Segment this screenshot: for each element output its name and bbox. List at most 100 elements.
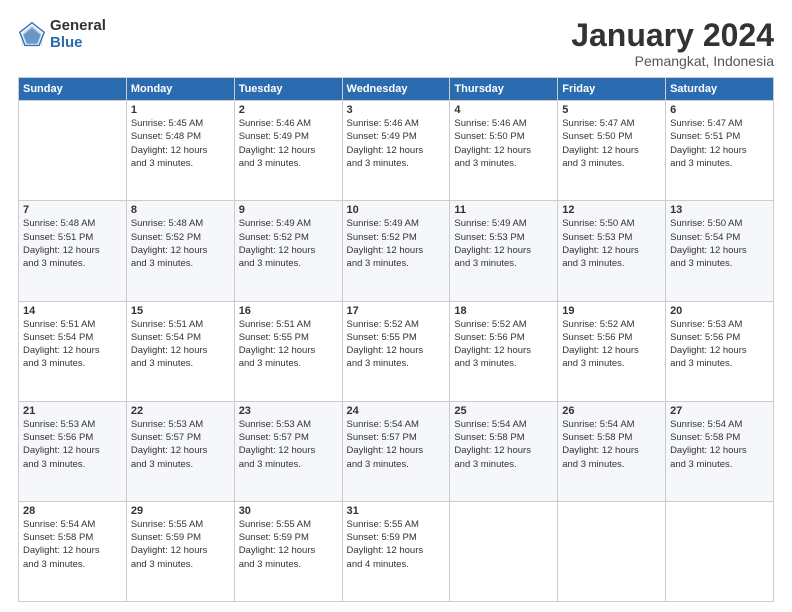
day-number: 12: [562, 204, 661, 216]
week-row-4: 21Sunrise: 5:53 AMSunset: 5:56 PMDayligh…: [19, 401, 774, 501]
calendar-cell: 20Sunrise: 5:53 AMSunset: 5:56 PMDayligh…: [666, 301, 774, 401]
week-row-1: 1Sunrise: 5:45 AMSunset: 5:48 PMDaylight…: [19, 101, 774, 201]
page: General Blue January 2024 Pemangkat, Ind…: [0, 0, 792, 612]
calendar-cell: 31Sunrise: 5:55 AMSunset: 5:59 PMDayligh…: [342, 501, 450, 601]
calendar-cell: 22Sunrise: 5:53 AMSunset: 5:57 PMDayligh…: [126, 401, 234, 501]
col-wednesday: Wednesday: [342, 78, 450, 101]
day-info: Sunrise: 5:51 AMSunset: 5:55 PMDaylight:…: [239, 318, 338, 371]
calendar-cell: 24Sunrise: 5:54 AMSunset: 5:57 PMDayligh…: [342, 401, 450, 501]
day-number: 9: [239, 204, 338, 216]
day-info: Sunrise: 5:46 AMSunset: 5:49 PMDaylight:…: [239, 117, 338, 170]
col-thursday: Thursday: [450, 78, 558, 101]
day-info: Sunrise: 5:54 AMSunset: 5:58 PMDaylight:…: [23, 518, 122, 571]
logo-icon: [18, 21, 46, 49]
calendar-cell: 17Sunrise: 5:52 AMSunset: 5:55 PMDayligh…: [342, 301, 450, 401]
calendar-cell: 19Sunrise: 5:52 AMSunset: 5:56 PMDayligh…: [558, 301, 666, 401]
calendar-cell: 10Sunrise: 5:49 AMSunset: 5:52 PMDayligh…: [342, 201, 450, 301]
calendar-cell: 30Sunrise: 5:55 AMSunset: 5:59 PMDayligh…: [234, 501, 342, 601]
calendar-cell: 11Sunrise: 5:49 AMSunset: 5:53 PMDayligh…: [450, 201, 558, 301]
day-info: Sunrise: 5:55 AMSunset: 5:59 PMDaylight:…: [239, 518, 338, 571]
calendar-cell: 27Sunrise: 5:54 AMSunset: 5:58 PMDayligh…: [666, 401, 774, 501]
day-number: 4: [454, 104, 553, 116]
calendar-cell: 21Sunrise: 5:53 AMSunset: 5:56 PMDayligh…: [19, 401, 127, 501]
day-number: 5: [562, 104, 661, 116]
day-number: 26: [562, 405, 661, 417]
calendar-cell: 8Sunrise: 5:48 AMSunset: 5:52 PMDaylight…: [126, 201, 234, 301]
calendar-cell: 9Sunrise: 5:49 AMSunset: 5:52 PMDaylight…: [234, 201, 342, 301]
day-info: Sunrise: 5:54 AMSunset: 5:57 PMDaylight:…: [347, 418, 446, 471]
day-number: 14: [23, 305, 122, 317]
day-number: 27: [670, 405, 769, 417]
calendar-cell: 5Sunrise: 5:47 AMSunset: 5:50 PMDaylight…: [558, 101, 666, 201]
logo-blue-text: Blue: [50, 35, 106, 52]
day-info: Sunrise: 5:48 AMSunset: 5:51 PMDaylight:…: [23, 217, 122, 270]
calendar-cell: 25Sunrise: 5:54 AMSunset: 5:58 PMDayligh…: [450, 401, 558, 501]
day-info: Sunrise: 5:54 AMSunset: 5:58 PMDaylight:…: [562, 418, 661, 471]
day-info: Sunrise: 5:53 AMSunset: 5:56 PMDaylight:…: [23, 418, 122, 471]
calendar-cell: 12Sunrise: 5:50 AMSunset: 5:53 PMDayligh…: [558, 201, 666, 301]
week-row-5: 28Sunrise: 5:54 AMSunset: 5:58 PMDayligh…: [19, 501, 774, 601]
calendar-cell: [450, 501, 558, 601]
logo-text: General Blue: [50, 18, 106, 51]
day-number: 25: [454, 405, 553, 417]
day-number: 6: [670, 104, 769, 116]
day-info: Sunrise: 5:53 AMSunset: 5:57 PMDaylight:…: [131, 418, 230, 471]
day-info: Sunrise: 5:47 AMSunset: 5:50 PMDaylight:…: [562, 117, 661, 170]
day-info: Sunrise: 5:52 AMSunset: 5:55 PMDaylight:…: [347, 318, 446, 371]
day-info: Sunrise: 5:49 AMSunset: 5:53 PMDaylight:…: [454, 217, 553, 270]
day-number: 29: [131, 505, 230, 517]
day-info: Sunrise: 5:54 AMSunset: 5:58 PMDaylight:…: [670, 418, 769, 471]
day-number: 30: [239, 505, 338, 517]
day-number: 17: [347, 305, 446, 317]
subtitle: Pemangkat, Indonesia: [571, 53, 774, 69]
day-number: 15: [131, 305, 230, 317]
week-row-2: 7Sunrise: 5:48 AMSunset: 5:51 PMDaylight…: [19, 201, 774, 301]
day-number: 1: [131, 104, 230, 116]
main-title: January 2024: [571, 18, 774, 53]
calendar-cell: 7Sunrise: 5:48 AMSunset: 5:51 PMDaylight…: [19, 201, 127, 301]
col-tuesday: Tuesday: [234, 78, 342, 101]
calendar-cell: 4Sunrise: 5:46 AMSunset: 5:50 PMDaylight…: [450, 101, 558, 201]
day-info: Sunrise: 5:54 AMSunset: 5:58 PMDaylight:…: [454, 418, 553, 471]
calendar-table: Sunday Monday Tuesday Wednesday Thursday…: [18, 77, 774, 602]
day-number: 3: [347, 104, 446, 116]
day-info: Sunrise: 5:46 AMSunset: 5:49 PMDaylight:…: [347, 117, 446, 170]
day-info: Sunrise: 5:53 AMSunset: 5:57 PMDaylight:…: [239, 418, 338, 471]
calendar-cell: [666, 501, 774, 601]
header-row: Sunday Monday Tuesday Wednesday Thursday…: [19, 78, 774, 101]
day-number: 21: [23, 405, 122, 417]
day-number: 13: [670, 204, 769, 216]
calendar-cell: 2Sunrise: 5:46 AMSunset: 5:49 PMDaylight…: [234, 101, 342, 201]
day-number: 28: [23, 505, 122, 517]
calendar-cell: 29Sunrise: 5:55 AMSunset: 5:59 PMDayligh…: [126, 501, 234, 601]
day-number: 16: [239, 305, 338, 317]
day-info: Sunrise: 5:48 AMSunset: 5:52 PMDaylight:…: [131, 217, 230, 270]
calendar-cell: 16Sunrise: 5:51 AMSunset: 5:55 PMDayligh…: [234, 301, 342, 401]
day-info: Sunrise: 5:51 AMSunset: 5:54 PMDaylight:…: [23, 318, 122, 371]
calendar-cell: 6Sunrise: 5:47 AMSunset: 5:51 PMDaylight…: [666, 101, 774, 201]
calendar-cell: 1Sunrise: 5:45 AMSunset: 5:48 PMDaylight…: [126, 101, 234, 201]
day-info: Sunrise: 5:49 AMSunset: 5:52 PMDaylight:…: [239, 217, 338, 270]
calendar-cell: 14Sunrise: 5:51 AMSunset: 5:54 PMDayligh…: [19, 301, 127, 401]
day-number: 22: [131, 405, 230, 417]
day-number: 2: [239, 104, 338, 116]
day-number: 7: [23, 204, 122, 216]
header: General Blue January 2024 Pemangkat, Ind…: [18, 18, 774, 69]
title-block: January 2024 Pemangkat, Indonesia: [571, 18, 774, 69]
day-info: Sunrise: 5:47 AMSunset: 5:51 PMDaylight:…: [670, 117, 769, 170]
day-number: 24: [347, 405, 446, 417]
day-number: 8: [131, 204, 230, 216]
calendar-cell: 18Sunrise: 5:52 AMSunset: 5:56 PMDayligh…: [450, 301, 558, 401]
day-number: 20: [670, 305, 769, 317]
day-number: 23: [239, 405, 338, 417]
day-info: Sunrise: 5:46 AMSunset: 5:50 PMDaylight:…: [454, 117, 553, 170]
day-info: Sunrise: 5:50 AMSunset: 5:54 PMDaylight:…: [670, 217, 769, 270]
day-info: Sunrise: 5:45 AMSunset: 5:48 PMDaylight:…: [131, 117, 230, 170]
day-number: 19: [562, 305, 661, 317]
day-info: Sunrise: 5:55 AMSunset: 5:59 PMDaylight:…: [347, 518, 446, 571]
calendar-cell: 26Sunrise: 5:54 AMSunset: 5:58 PMDayligh…: [558, 401, 666, 501]
calendar-cell: 23Sunrise: 5:53 AMSunset: 5:57 PMDayligh…: [234, 401, 342, 501]
calendar-cell: 13Sunrise: 5:50 AMSunset: 5:54 PMDayligh…: [666, 201, 774, 301]
week-row-3: 14Sunrise: 5:51 AMSunset: 5:54 PMDayligh…: [19, 301, 774, 401]
day-info: Sunrise: 5:55 AMSunset: 5:59 PMDaylight:…: [131, 518, 230, 571]
